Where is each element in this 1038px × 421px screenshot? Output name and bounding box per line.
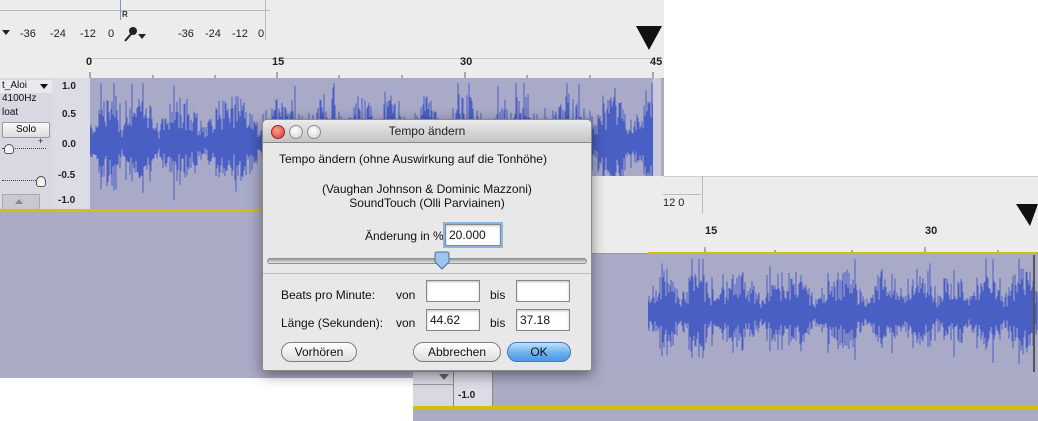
pan-slider-thumb[interactable] — [36, 176, 46, 187]
meter-tick: 12 0 — [663, 197, 685, 209]
microphone-icon — [124, 27, 137, 42]
tempo-dialog: Tempo ändern Tempo ändern (ohne Auswirku… — [262, 119, 592, 371]
length-from-input[interactable] — [426, 309, 480, 331]
credits-line-1: (Vaughan Johnson & Dominic Mazzoni) — [322, 182, 532, 196]
selection-line — [413, 406, 1038, 409]
output-meter-tick: -12 — [232, 28, 248, 40]
toolbar-row-top — [663, 182, 701, 195]
meter-toolbar: R -36 -24 -12 0 -36 -24 -12 0 — [0, 0, 664, 51]
chevron-down-icon — [2, 30, 10, 35]
track-format: loat — [2, 107, 19, 118]
credits-line-2: SoundTouch (Olli Parviainen) — [349, 196, 505, 210]
scale-label: 0.5 — [62, 109, 76, 120]
ruler-label: 30 — [925, 225, 938, 237]
input-meter-dropdown[interactable] — [0, 22, 20, 42]
length-label: Länge (Sekunden): — [281, 316, 384, 330]
length-to-label: bis — [490, 316, 506, 330]
cancel-button[interactable]: Abbrechen — [413, 342, 501, 362]
preview-button[interactable]: Vorhören — [281, 342, 357, 362]
bpm-from-label: von — [396, 288, 416, 302]
output-meter-tick: -36 — [178, 28, 194, 40]
waveform — [647, 258, 1038, 364]
change-percent-input[interactable] — [443, 222, 503, 248]
toolbar-row-top — [0, 0, 270, 11]
chevron-down-icon — [439, 374, 449, 380]
meter-channel-label: R — [122, 10, 128, 19]
bpm-to-label: bis — [490, 288, 506, 302]
input-meter-tick: -12 — [80, 28, 96, 40]
scale-label: -0.5 — [58, 170, 76, 181]
dialog-description: Tempo ändern (ohne Auswirkung auf die To… — [279, 152, 547, 166]
dialog-title: Tempo ändern — [388, 124, 466, 138]
track-name: t_Aloi — [2, 80, 28, 91]
change-percent-label: Änderung in %: — [365, 229, 448, 243]
timeline-ruler[interactable]: 0 15 30 45 — [0, 50, 664, 79]
amplitude-scale: -1.0 — [453, 372, 493, 406]
chevron-down-icon — [138, 34, 146, 39]
track-control-panel: t_Aloi 4100Hz loat Solo + — [0, 78, 53, 210]
empty-track-area[interactable]: -1.0 — [413, 372, 1038, 421]
amplitude-scale: 1.0 0.5 0.0 -0.5 -1.0 — [52, 78, 91, 210]
bpm-from-input[interactable] — [426, 280, 480, 302]
track-sample-rate: 4100Hz — [2, 93, 37, 104]
scale-label: 1.0 — [62, 81, 76, 92]
gain-slider-thumb[interactable] — [4, 144, 14, 154]
ok-button[interactable]: OK — [507, 342, 571, 362]
output-meter-tick: -24 — [205, 28, 221, 40]
track-name-menu[interactable]: t_Aloi — [0, 80, 52, 93]
chevron-down-icon — [40, 84, 48, 89]
track-control-panel-lower — [413, 384, 453, 407]
toolbar-divider — [265, 0, 266, 40]
toolbar-border — [663, 176, 1038, 177]
bpm-to-input[interactable] — [516, 280, 570, 302]
playhead-marker-icon[interactable] — [1016, 204, 1038, 230]
ruler-label: 15 — [705, 225, 718, 237]
waveform-path — [647, 258, 1038, 364]
collapse-track-button[interactable] — [2, 194, 40, 210]
plus-icon: + — [38, 136, 44, 146]
ruler-baseline — [90, 58, 654, 59]
output-meter-tick: 0 — [258, 28, 265, 40]
dialog-titlebar[interactable]: Tempo ändern — [263, 120, 591, 143]
microphone-button[interactable] — [120, 24, 146, 46]
track-control-panel — [413, 372, 453, 384]
toolbar-divider — [702, 176, 703, 214]
input-meter-tick: -36 — [20, 28, 36, 40]
input-meter-tick: -24 — [50, 28, 66, 40]
length-to-input[interactable] — [516, 309, 570, 331]
meter-channel-r: R — [112, 0, 132, 20]
ruler-ticks — [89, 72, 654, 78]
tempo-slider-thumb[interactable] — [433, 251, 451, 271]
scale-label: -1.0 — [458, 390, 476, 401]
input-meter-tick: 0 — [108, 28, 115, 40]
chevron-up-icon — [15, 199, 23, 204]
playhead-marker-icon[interactable] — [634, 24, 664, 52]
waveform-area[interactable] — [647, 254, 1038, 374]
scale-label: 0.0 — [62, 139, 76, 150]
bpm-label: Beats pro Minute: — [281, 288, 376, 302]
separator — [263, 273, 591, 274]
length-from-label: von — [396, 316, 416, 330]
tempo-slider[interactable] — [267, 258, 587, 264]
scale-label: -1.0 — [58, 195, 76, 206]
